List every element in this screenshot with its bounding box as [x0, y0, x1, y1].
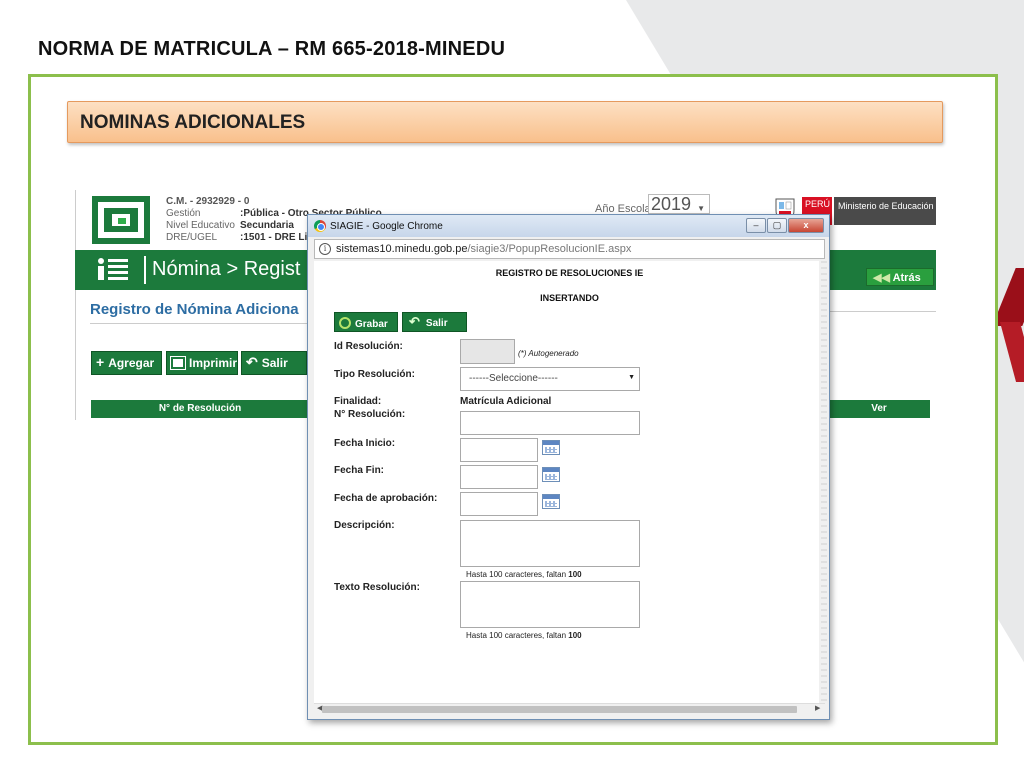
- year-value: 2019: [651, 194, 692, 214]
- popup-exit-button-label: Salir: [425, 318, 448, 329]
- start-date-field[interactable]: [460, 438, 538, 462]
- chevron-down-icon: ▼: [628, 374, 635, 381]
- siagie-logo-icon: [92, 196, 150, 244]
- list-icon: [98, 258, 128, 280]
- resolution-text-label: Texto Resolución:: [334, 582, 420, 593]
- exit-button[interactable]: ↶ Salir: [241, 351, 307, 375]
- save-icon: [339, 317, 351, 329]
- ministry-label: Ministerio de Educación: [834, 197, 936, 225]
- hint-count: 100: [568, 570, 582, 579]
- popup-content: REGISTRO DE RESOLUCIONES IE INSERTANDO G…: [314, 261, 825, 703]
- resolution-number-label: N° Resolución:: [334, 409, 406, 420]
- section-banner: NOMINAS ADICIONALES: [67, 101, 943, 143]
- exit-button-label: Salir: [261, 356, 288, 370]
- return-arrow-icon: ↶: [409, 314, 420, 329]
- save-button[interactable]: Grabar: [334, 312, 398, 332]
- resolution-type-select[interactable]: ------Seleccione------ ▼: [460, 367, 640, 391]
- autogenerated-hint: (*) Autogenerado: [518, 349, 579, 358]
- description-label: Descripción:: [334, 520, 395, 531]
- divider: [90, 323, 308, 324]
- form-mode: INSERTANDO: [540, 293, 599, 303]
- slide-title: NORMA DE MATRICULA – RM 665-2018-MINEDU: [38, 38, 506, 60]
- back-button-label: Atrás: [892, 272, 921, 284]
- maximize-button[interactable]: ▢: [767, 218, 787, 233]
- description-char-hint: Hasta 100 caracteres, faltan 100: [466, 570, 582, 579]
- url-path: /siagie3/PopupResolucionIE.aspx: [467, 243, 632, 255]
- minimize-button[interactable]: –: [746, 218, 766, 233]
- info-icon: i: [319, 243, 331, 255]
- year-select[interactable]: 2019 ▼: [648, 194, 710, 214]
- form-title: REGISTRO DE RESOLUCIONES IE: [495, 268, 644, 278]
- popup-exit-button[interactable]: ↶ Salir: [402, 312, 467, 332]
- gestion-label: Gestión: [166, 208, 201, 219]
- address-bar[interactable]: i sistemas10.minedu.gob.pe/siagie3/Popup…: [314, 239, 825, 259]
- end-date-label: Fecha Fin:: [334, 465, 385, 476]
- approval-date-label: Fecha de aprobación:: [334, 493, 438, 504]
- close-button[interactable]: x: [788, 218, 824, 233]
- vertical-scrollbar-track: [821, 261, 827, 701]
- calendar-icon[interactable]: [542, 467, 560, 482]
- hint-count: 100: [568, 631, 582, 640]
- start-date-label: Fecha Inicio:: [334, 438, 396, 449]
- purpose-label: Finalidad:: [334, 396, 382, 407]
- school-code: C.M. - 2932929 - 0: [166, 196, 250, 207]
- resolution-number-field[interactable]: [460, 411, 640, 435]
- url-text: sistemas10.minedu.gob.pe/siagie3/PopupRe…: [336, 243, 631, 255]
- add-button-label: Agregar: [108, 356, 155, 370]
- calendar-icon[interactable]: [542, 440, 560, 455]
- end-date-field[interactable]: [460, 465, 538, 489]
- nivel-label: Nivel Educativo: [166, 220, 235, 231]
- id-resolution-field: [460, 339, 515, 364]
- print-button[interactable]: Imprimir: [166, 351, 238, 375]
- return-arrow-icon: ↶: [246, 354, 258, 370]
- chrome-icon: [314, 220, 326, 232]
- plus-icon: +: [96, 354, 105, 370]
- calendar-icon[interactable]: [542, 494, 560, 509]
- scroll-right-icon[interactable]: ▶: [815, 704, 820, 712]
- dre-label: DRE/UGEL: [166, 232, 218, 243]
- purpose-value: Matrícula Adicional: [460, 396, 552, 407]
- url-host: sistemas10.minedu.gob.pe: [336, 243, 468, 255]
- id-resolution-label: Id Resolución:: [334, 341, 403, 352]
- window-titlebar[interactable]: SIAGIE - Google Chrome – ▢ x: [308, 215, 829, 237]
- table-header-view: Ver: [828, 400, 930, 418]
- page-subtitle: Registro de Nómina Adiciona: [90, 301, 299, 318]
- window-title: SIAGIE - Google Chrome: [330, 221, 443, 232]
- description-textarea[interactable]: [460, 520, 640, 567]
- divider-right: [828, 311, 936, 312]
- horizontal-scroll-thumb[interactable]: [322, 706, 797, 713]
- page-header-title: Nómina > Regist: [152, 258, 301, 280]
- print-button-label: Imprimir: [189, 356, 238, 370]
- save-button-label: Grabar: [355, 319, 388, 330]
- nivel-value: Secundaria: [240, 220, 294, 231]
- hint-text: Hasta 100 caracteres, faltan: [466, 631, 569, 640]
- section-banner-label: NOMINAS ADICIONALES: [80, 112, 306, 133]
- slide: NORMA DE MATRICULA – RM 665-2018-MINEDU …: [0, 0, 1024, 768]
- printer-icon: [170, 356, 186, 370]
- approval-date-field[interactable]: [460, 492, 538, 516]
- resolution-type-value: ------Seleccione------: [469, 373, 558, 384]
- back-button[interactable]: ◀◀ Atrás: [866, 268, 934, 286]
- popup-window: SIAGIE - Google Chrome – ▢ x i sistemas1…: [307, 214, 830, 720]
- table-header-resolution: N° de Resolución: [91, 400, 309, 418]
- double-arrow-left-icon: ◀◀: [873, 272, 890, 284]
- add-button[interactable]: + Agregar: [91, 351, 162, 375]
- dre-value: :1501 - DRE Li: [240, 232, 308, 243]
- hint-text: Hasta 100 caracteres, faltan: [466, 570, 569, 579]
- header-separator: [144, 256, 146, 284]
- resolution-text-textarea[interactable]: [460, 581, 640, 628]
- resolution-text-char-hint: Hasta 100 caracteres, faltan 100: [466, 631, 582, 640]
- resolution-type-label: Tipo Resolución:: [334, 369, 415, 380]
